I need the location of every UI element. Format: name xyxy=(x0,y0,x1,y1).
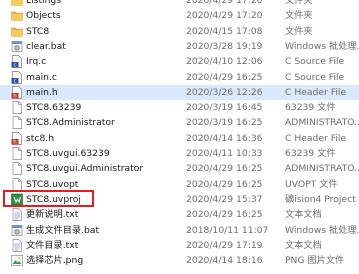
file-type: 文本文档 xyxy=(285,209,322,221)
blank-file-icon xyxy=(11,147,23,160)
file-name: Irq.c xyxy=(26,56,47,68)
svg-text:h: h xyxy=(13,93,17,98)
file-date-modified: 2020/4/10 12:06 xyxy=(186,56,263,68)
file-type: ADMINISTRATO... xyxy=(285,117,359,129)
file-type: Windows 批处理... xyxy=(285,224,359,236)
file-row[interactable]: h stc8.h 2020/4/14 16:36 C Header File xyxy=(0,131,359,146)
file-type: 文件夹 xyxy=(285,0,313,6)
file-name: 文件目录.txt xyxy=(26,239,79,251)
file-name: 更新说明.txt xyxy=(26,209,79,221)
batch-file-icon xyxy=(11,224,23,237)
file-row[interactable]: STC8.uvgui.Administrator 2020/4/29 16:25 A… xyxy=(0,161,359,176)
file-row[interactable]: STC8.Administrator 2020/3/19 16:25 ADMINIS… xyxy=(0,115,359,130)
file-date-modified: 2020/4/29 17:20 xyxy=(186,10,263,22)
file-row[interactable]: c main.c 2020/4/29 16:25 C Source File xyxy=(0,70,359,85)
folder-icon xyxy=(11,9,23,22)
file-type: C Source File xyxy=(285,56,345,68)
blank-file-icon xyxy=(11,162,23,176)
file-date-modified: 2020/4/14 18:16 xyxy=(186,255,263,267)
batch-file-icon xyxy=(11,40,23,53)
file-row[interactable]: STC8.63239 2020/3/19 16:45 63239 文件 xyxy=(0,100,359,115)
file-row[interactable]: STC8.uvgui.63239 2020/4/11 10:33 63239 文件 xyxy=(0,146,359,161)
c-source-file-icon: c xyxy=(11,55,23,69)
file-date-modified: 2020/4/29 16:25 xyxy=(186,178,263,190)
c-header-file-icon: h xyxy=(11,131,23,145)
file-type: UVOPT 文件 xyxy=(285,178,338,190)
file-type: C Header File xyxy=(285,86,347,98)
file-type: C Header File xyxy=(285,132,347,144)
file-name: STC8.uvopt xyxy=(26,178,79,190)
c-source-file-icon: c xyxy=(11,70,23,84)
file-row[interactable]: STC8.uvopt 2020/4/29 16:25 UVOPT 文件 xyxy=(0,177,359,192)
file-name: STC8 xyxy=(26,25,50,37)
file-row[interactable]: 文件目录.txt 2020/4/29 17:19 文本文档 xyxy=(0,238,359,253)
file-name: STC8.uvproj xyxy=(26,193,81,205)
file-row[interactable]: Objects 2020/4/29 17:20 文件夹 xyxy=(0,8,359,23)
svg-text:h: h xyxy=(13,139,17,144)
file-row[interactable]: c Irq.c 2020/4/10 12:06 C Source File xyxy=(0,54,359,69)
file-name: 生成文件目录.bat xyxy=(26,224,100,236)
file-date-modified: 2020/4/14 16:36 xyxy=(186,132,263,144)
file-row[interactable]: 选择芯片.png 2020/4/14 18:16 PNG 图片文件 xyxy=(0,253,359,268)
file-date-modified: 2020/4/29 16:25 xyxy=(186,71,263,83)
file-type: 文件夹 xyxy=(285,10,313,22)
file-name: clear.bat xyxy=(26,40,66,52)
png-image-icon xyxy=(11,254,23,267)
file-date-modified: 2020/4/29 16:25 xyxy=(186,163,263,175)
file-date-modified: 2020/3/26 12:26 xyxy=(186,86,263,98)
file-type: ADMINISTRATO... xyxy=(285,163,359,175)
blank-file-icon xyxy=(11,116,23,130)
folder-icon xyxy=(11,0,23,7)
folder-icon xyxy=(11,25,23,38)
file-date-modified: 2020/3/19 16:45 xyxy=(186,102,263,114)
file-date-modified: 2020/4/29 17:20 xyxy=(186,0,263,6)
file-date-modified: 2018/10/11 11:07 xyxy=(186,224,269,236)
file-name: STC8.Administrator xyxy=(26,117,115,129)
file-name: STC8.63239 xyxy=(26,102,82,114)
file-type: 礦ision4 Project xyxy=(285,193,356,205)
file-date-modified: 2020/3/28 19:19 xyxy=(186,40,263,52)
blank-file-icon xyxy=(11,177,23,191)
file-row[interactable]: STC8 2020/4/15 17:08 文件夹 xyxy=(0,24,359,39)
file-type: 文本文档 xyxy=(285,239,322,251)
file-type: Windows 批处理... xyxy=(285,40,359,52)
c-header-file-icon: h xyxy=(11,85,23,99)
file-type: C Source File xyxy=(285,71,345,83)
file-name: stc8.h xyxy=(26,132,55,144)
blank-file-icon xyxy=(11,101,23,114)
file-type: 文件夹 xyxy=(285,25,313,37)
file-name: Objects xyxy=(26,10,61,22)
svg-text:c: c xyxy=(13,78,16,83)
text-file-icon xyxy=(11,208,23,222)
file-date-modified: 2020/4/29 16:25 xyxy=(186,209,263,221)
file-row[interactable]: clear.bat 2020/3/28 19:19 Windows 批处理... xyxy=(0,39,359,54)
file-row[interactable]: STC8.uvproj 2020/4/29 15:37 礦ision4 Projec… xyxy=(0,192,359,207)
file-name: 选择芯片.png xyxy=(26,255,84,267)
file-type: 63239 文件 xyxy=(285,102,336,114)
file-row[interactable]: Listings 2020/4/29 17:20 文件夹 xyxy=(0,0,359,8)
file-row[interactable]: 生成文件目录.bat 2018/10/11 11:07 Windows 批处理... xyxy=(0,223,359,238)
file-name: main.h xyxy=(26,86,58,98)
file-name: Listings xyxy=(26,0,62,6)
file-date-modified: 2020/4/11 10:33 xyxy=(186,148,263,159)
file-date-modified: 2020/4/29 15:37 xyxy=(186,193,263,205)
file-row[interactable]: h main.h 2020/3/26 12:26 C Header File xyxy=(0,84,359,100)
svg-text:c: c xyxy=(13,63,16,68)
file-type: PNG 图片文件 xyxy=(285,255,345,267)
file-date-modified: 2020/4/15 17:08 xyxy=(186,25,263,37)
file-row[interactable]: 更新说明.txt 2020/4/29 16:25 文本文档 xyxy=(0,207,359,222)
file-name: STC8.uvgui.63239 xyxy=(26,148,110,159)
file-name: main.c xyxy=(26,71,57,83)
file-date-modified: 2020/3/19 16:25 xyxy=(186,117,263,129)
file-type: 63239 文件 xyxy=(285,148,336,159)
text-file-icon xyxy=(11,238,23,252)
uvision-project-icon xyxy=(11,193,23,206)
file-date-modified: 2020/4/29 17:19 xyxy=(186,239,263,251)
file-name: STC8.uvgui.Administrator xyxy=(26,163,144,175)
